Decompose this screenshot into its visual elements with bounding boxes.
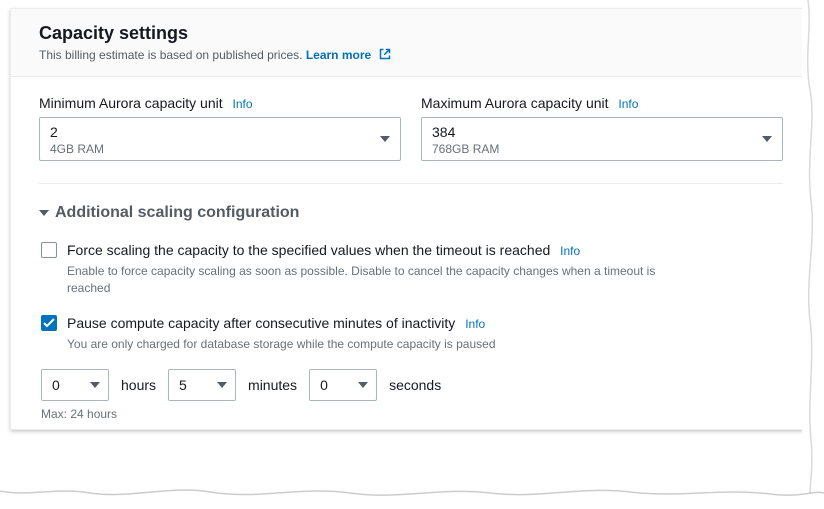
pause-compute-desc: You are only charged for database storag… — [67, 336, 677, 353]
panel-header: Capacity settings This billing estimate … — [11, 9, 811, 77]
minutes-unit: minutes — [248, 377, 297, 393]
minutes-value: 5 — [179, 377, 187, 393]
caret-down-icon — [358, 382, 368, 388]
torn-edge-bottom — [0, 483, 824, 509]
subtitle-text: This billing estimate is based on publis… — [39, 48, 302, 62]
hours-value: 0 — [52, 377, 60, 393]
min-capacity-value: 2 — [50, 124, 366, 141]
max-capacity-sub: 768GB RAM — [432, 142, 748, 156]
force-scaling-label: Force scaling the capacity to the specif… — [67, 240, 677, 260]
force-scaling-desc: Enable to force capacity scaling as soon… — [67, 263, 677, 298]
pause-compute-label: Pause compute capacity after consecutive… — [67, 313, 677, 333]
panel-title: Capacity settings — [39, 23, 783, 44]
max-time-hint: Max: 24 hours — [39, 407, 783, 421]
min-capacity-sub: 4GB RAM — [50, 142, 366, 156]
min-capacity-label-text: Minimum Aurora capacity unit — [39, 95, 223, 111]
force-scaling-checkbox[interactable] — [41, 242, 57, 258]
hours-select[interactable]: 0 — [41, 369, 109, 401]
caret-down-icon — [380, 136, 390, 142]
pause-compute-info-link[interactable]: Info — [465, 317, 485, 331]
seconds-value: 0 — [320, 377, 328, 393]
seconds-unit: seconds — [389, 377, 441, 393]
max-capacity-label-text: Maximum Aurora capacity unit — [421, 95, 609, 111]
panel-subtitle: This billing estimate is based on publis… — [39, 48, 783, 62]
minutes-select[interactable]: 5 — [168, 369, 236, 401]
capacity-row: Minimum Aurora capacity unit Info 2 4GB … — [39, 95, 783, 161]
section-toggle[interactable]: Additional scaling configuration — [39, 204, 783, 222]
additional-scaling-section: Additional scaling configuration Force s… — [39, 183, 783, 421]
capacity-settings-panel: Capacity settings This billing estimate … — [10, 8, 812, 430]
section-title: Additional scaling configuration — [55, 204, 299, 222]
inactivity-time-row: 0 hours 5 minutes 0 — [39, 369, 783, 401]
external-link-icon — [379, 48, 391, 60]
force-scaling-label-text: Force scaling the capacity to the specif… — [67, 242, 550, 258]
learn-more-link[interactable]: Learn more — [306, 48, 391, 62]
min-capacity-select[interactable]: 2 4GB RAM — [39, 117, 401, 161]
caret-down-icon — [217, 382, 227, 388]
caret-down-icon — [762, 136, 772, 142]
panel-body: Minimum Aurora capacity unit Info 2 4GB … — [11, 77, 811, 429]
force-scaling-option: Force scaling the capacity to the specif… — [39, 240, 783, 297]
caret-down-icon — [39, 210, 49, 216]
max-capacity-value: 384 — [432, 124, 748, 141]
pause-compute-option: Pause compute capacity after consecutive… — [39, 313, 783, 353]
max-capacity-field: Maximum Aurora capacity unit Info 384 76… — [421, 95, 783, 161]
seconds-select[interactable]: 0 — [309, 369, 377, 401]
min-capacity-label: Minimum Aurora capacity unit Info — [39, 95, 401, 111]
pause-compute-checkbox[interactable] — [41, 315, 57, 331]
max-capacity-label: Maximum Aurora capacity unit Info — [421, 95, 783, 111]
hours-unit: hours — [121, 377, 156, 393]
caret-down-icon — [90, 382, 100, 388]
max-capacity-select[interactable]: 384 768GB RAM — [421, 117, 783, 161]
force-scaling-info-link[interactable]: Info — [560, 244, 580, 258]
max-capacity-info-link[interactable]: Info — [618, 97, 638, 111]
min-capacity-field: Minimum Aurora capacity unit Info 2 4GB … — [39, 95, 401, 161]
min-capacity-info-link[interactable]: Info — [233, 97, 253, 111]
learn-more-label: Learn more — [306, 48, 371, 62]
pause-compute-label-text: Pause compute capacity after consecutive… — [67, 315, 455, 331]
